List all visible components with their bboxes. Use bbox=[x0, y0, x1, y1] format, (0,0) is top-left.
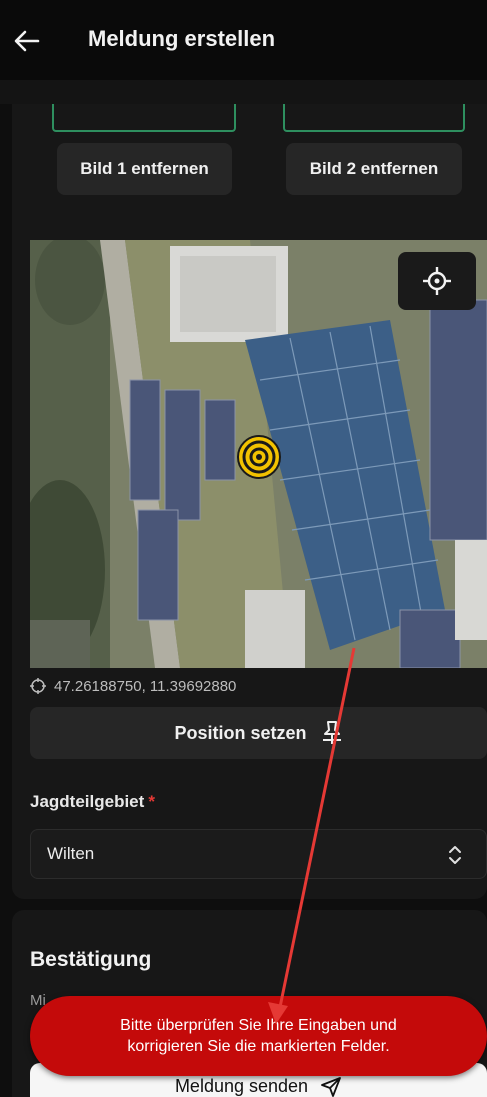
send-report-label: Meldung senden bbox=[174, 1076, 309, 1096]
target-marker-icon bbox=[237, 435, 281, 479]
locate-me-button[interactable] bbox=[398, 252, 476, 310]
coordinates-text: 47.26188750, 11.39692880 bbox=[54, 677, 237, 695]
pin-icon bbox=[322, 721, 341, 744]
hunting-area-label: Jagdteilgebiet * bbox=[30, 792, 155, 812]
hunting-area-value: Wilten bbox=[47, 844, 95, 863]
required-marker: * bbox=[148, 792, 155, 811]
image-slot-1[interactable] bbox=[52, 104, 236, 132]
hunting-area-label-text: Jagdteilgebiet bbox=[30, 792, 145, 811]
chevron-up-down-icon bbox=[449, 846, 461, 864]
image-slot-2[interactable] bbox=[283, 104, 465, 132]
toast-line-1: Bitte überprüfen Sie Ihre Eingaben und bbox=[120, 1017, 397, 1034]
hunting-area-select[interactable]: Wilten bbox=[30, 829, 487, 879]
set-position-button[interactable]: Position setzen bbox=[30, 707, 487, 759]
screen: Meldung erstellen Bild 1 entfernen Bild … bbox=[0, 0, 487, 1097]
confirmation-title: Bestätigung bbox=[30, 948, 152, 971]
remove-image-1-button[interactable]: Bild 1 entfernen bbox=[57, 143, 232, 195]
send-icon bbox=[321, 1077, 341, 1097]
error-toast[interactable]: Bitte überprüfen Sie Ihre Eingaben und k… bbox=[30, 996, 487, 1076]
remove-image-2-button[interactable]: Bild 2 entfernen bbox=[286, 143, 462, 195]
app-bar: Meldung erstellen bbox=[0, 0, 487, 80]
crosshair-icon bbox=[423, 267, 451, 295]
back-button[interactable] bbox=[10, 24, 44, 58]
page-title: Meldung erstellen bbox=[88, 26, 276, 51]
arrow-left-icon bbox=[14, 30, 40, 52]
toast-line-2: korrigieren Sie die markierten Felder. bbox=[127, 1038, 390, 1055]
header-divider bbox=[0, 80, 487, 104]
app: Meldung erstellen Bild 1 entfernen Bild … bbox=[0, 0, 487, 1097]
coordinates-readout: 47.26188750, 11.39692880 bbox=[30, 675, 236, 697]
set-position-label: Position setzen bbox=[174, 722, 307, 743]
crosshair-small-icon bbox=[30, 678, 46, 694]
